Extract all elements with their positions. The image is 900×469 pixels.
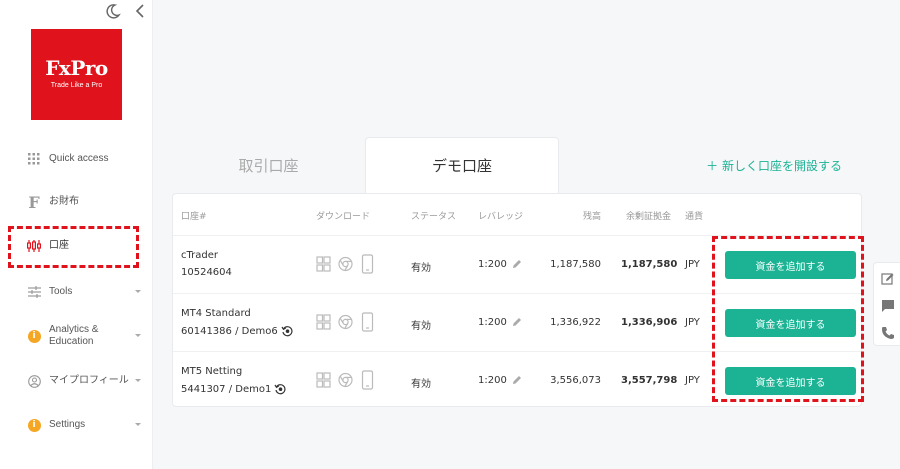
sidebar-item-quick-access[interactable]: Quick access: [27, 152, 142, 166]
account-free-margin: 1,336,906: [621, 317, 678, 328]
account-name: MT5 Netting: [181, 366, 243, 377]
chevron-down-icon: [135, 334, 141, 337]
chevron-down-icon: [135, 379, 141, 382]
open-new-account-link[interactable]: ＋ 新しく口座を開設する: [706, 157, 842, 174]
account-currency: JPY: [685, 317, 700, 328]
account-leverage: 1:200: [478, 317, 507, 328]
wallet-f-icon: F: [28, 192, 40, 212]
chrome-icon[interactable]: [338, 254, 353, 274]
chat-icon[interactable]: [881, 299, 895, 313]
grid-icon: [27, 152, 41, 166]
highlight-box-add-funds: [712, 236, 864, 402]
edit-leverage-icon[interactable]: [511, 316, 523, 328]
floating-tools: [873, 262, 900, 346]
moon-icon[interactable]: [104, 2, 122, 20]
header-status: ステータス: [411, 212, 457, 222]
account-number: 5441307 / Demo1: [181, 384, 272, 395]
chrome-icon[interactable]: [338, 370, 353, 390]
edit-note-icon[interactable]: [881, 272, 895, 286]
download-icons: [316, 370, 375, 390]
sidebar-item-label: Tools: [49, 286, 73, 297]
sidebar-item-wallet[interactable]: F お財布: [27, 192, 142, 212]
download-icons: [316, 312, 375, 332]
edit-leverage-icon[interactable]: [511, 258, 523, 270]
account-balance: 1,187,580: [550, 259, 601, 270]
sidebar-top-icons: [104, 2, 150, 20]
header-balance: 残高: [582, 212, 601, 222]
header-leverage: レバレッジ: [478, 212, 524, 222]
collapse-sidebar-icon[interactable]: [132, 2, 150, 20]
header-free-margin: 余剰証拠金: [625, 212, 671, 222]
windows-icon[interactable]: [316, 370, 331, 390]
mobile-icon[interactable]: [360, 312, 375, 332]
reset-demo-icon[interactable]: [281, 325, 293, 337]
mobile-icon[interactable]: [360, 254, 375, 274]
header-download: ダウンロード: [316, 212, 371, 222]
account-number: 60141386 / Demo6: [181, 326, 278, 337]
account-name: cTrader: [181, 250, 218, 261]
sidebar-item-tools[interactable]: Tools: [27, 285, 142, 299]
sidebar-item-label: Analytics & Education: [49, 324, 99, 347]
edit-leverage-icon[interactable]: [511, 374, 523, 386]
sidebar-item-label: お財布: [49, 196, 79, 207]
sidebar-item-analytics[interactable]: i Analytics & Education: [27, 324, 142, 348]
sliders-icon: [27, 285, 41, 299]
info-icon: i: [27, 418, 41, 432]
header-account: 口座#: [181, 212, 207, 222]
chevron-down-icon: [135, 290, 141, 293]
download-icons: [316, 254, 375, 274]
sidebar: FxPro Trade Like a Pro Quick access F お財…: [0, 0, 153, 469]
reset-demo-icon[interactable]: [274, 383, 286, 395]
account-balance: 1,336,922: [550, 317, 601, 328]
windows-icon[interactable]: [316, 254, 331, 274]
sidebar-item-label: マイプロフィール: [49, 375, 129, 386]
logo-wordmark: FxPro: [45, 56, 108, 80]
account-currency: JPY: [685, 375, 700, 386]
account-free-margin: 1,187,580: [621, 259, 678, 270]
table-header: 口座# ダウンロード ステータス レバレッジ 残高 余剰証拠金 通貨: [173, 194, 861, 236]
account-leverage: 1:200: [478, 259, 507, 270]
account-status: 有効: [411, 379, 431, 390]
logo-tagline: Trade Like a Pro: [50, 82, 103, 89]
tab-trade-accounts[interactable]: 取引口座: [172, 137, 365, 193]
phone-icon[interactable]: [881, 326, 895, 340]
account-number-wrap: 60141386 / Demo6: [181, 325, 293, 337]
account-free-margin: 3,557,798: [621, 375, 678, 386]
account-leverage: 1:200: [478, 375, 507, 386]
sidebar-item-accounts[interactable]: 口座: [27, 239, 142, 253]
sidebar-item-label: Quick access: [49, 153, 109, 164]
account-status: 有効: [411, 263, 431, 274]
account-balance: 3,556,073: [550, 375, 601, 386]
candlestick-icon: [27, 239, 41, 253]
account-status: 有効: [411, 321, 431, 332]
header-currency: 通貨: [685, 212, 704, 222]
chrome-icon[interactable]: [338, 312, 353, 332]
account-currency: JPY: [685, 259, 700, 270]
windows-icon[interactable]: [316, 312, 331, 332]
sidebar-item-profile[interactable]: マイプロフィール: [27, 374, 142, 388]
mobile-icon[interactable]: [360, 370, 375, 390]
account-name: MT4 Standard: [181, 308, 251, 319]
user-circle-icon: [27, 374, 41, 388]
tab-demo-accounts[interactable]: デモ口座: [365, 137, 559, 193]
sidebar-item-label: 口座: [49, 240, 69, 251]
account-number: 10524604: [181, 267, 232, 278]
fxpro-logo[interactable]: FxPro Trade Like a Pro: [31, 29, 122, 120]
sidebar-item-label: Settings: [49, 419, 86, 430]
sidebar-item-settings[interactable]: i Settings: [27, 418, 142, 432]
info-icon: i: [27, 329, 41, 343]
account-number-wrap: 5441307 / Demo1: [181, 383, 286, 395]
chevron-down-icon: [135, 423, 141, 426]
